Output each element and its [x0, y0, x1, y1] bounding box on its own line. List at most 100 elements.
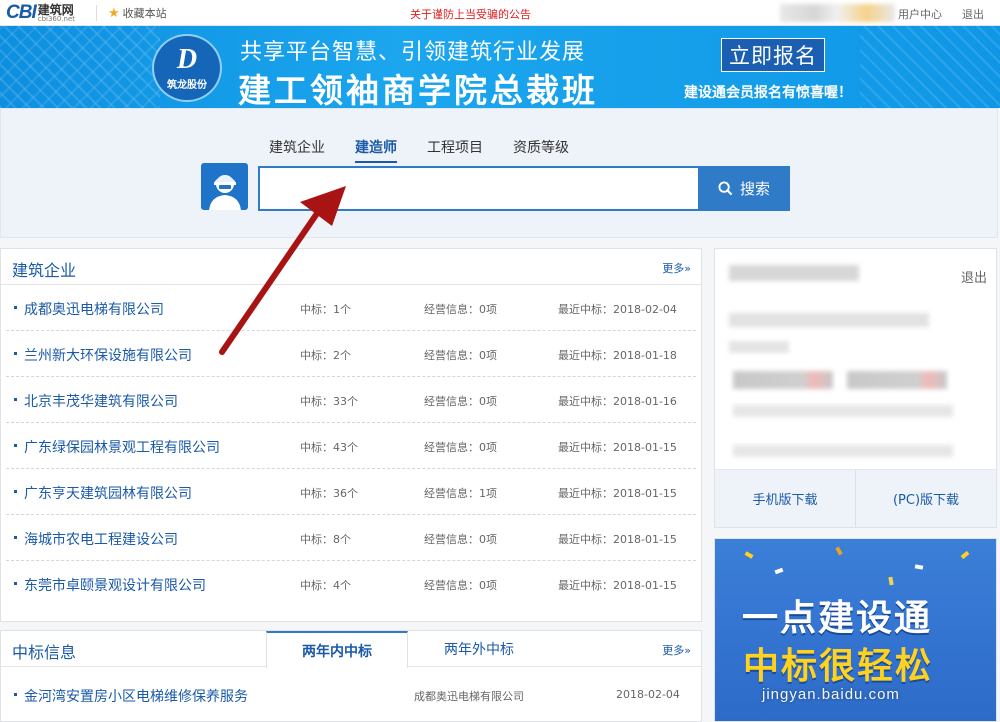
tab-beyond-two-years[interactable]: 两年外中标	[408, 631, 550, 667]
bullet	[14, 444, 17, 447]
banner-promo-text: 建设通会员报名有惊喜喔！	[684, 85, 852, 101]
bid-company[interactable]: 成都奥迅电梯有限公司	[414, 688, 524, 704]
confetti	[774, 567, 784, 575]
bid-project-link[interactable]: 金河湾安置房小区电梯维修保养服务	[24, 686, 248, 706]
ad-line-1: 一点建设通	[742, 598, 933, 639]
blurred-company	[729, 313, 929, 327]
user-avatar-icon	[201, 163, 248, 210]
bid-count: 中标：4个	[300, 579, 351, 592]
bid-panel-header: 中标信息 两年内中标 两年外中标 更多»	[1, 631, 701, 668]
search-button[interactable]: 搜索	[698, 166, 790, 211]
company-name-link[interactable]: 广东绿保园林景观工程有限公司	[24, 437, 220, 457]
banner-pattern	[0, 26, 160, 108]
company-row: 广东绿保园林景观工程有限公司 中标：43个 经营信息：0项 最近中标：2018-…	[6, 423, 696, 469]
bid-count: 中标：33个	[300, 395, 358, 408]
mobile-download-link[interactable]: 手机版下载	[715, 470, 855, 527]
bid-count: 中标：8个	[300, 533, 351, 546]
search-input[interactable]	[258, 166, 700, 211]
banner-title: 建工领袖商学院总裁班	[238, 71, 598, 108]
notice-link[interactable]: 关于谨防上当受骗的公告	[410, 6, 531, 22]
company-name-link[interactable]: 北京丰茂华建筑有限公司	[24, 391, 178, 411]
confetti	[744, 551, 754, 559]
company-name-link[interactable]: 东莞市卓颐景观设计有限公司	[24, 575, 206, 595]
recent-bid-date: 最近中标：2018-01-15	[558, 441, 677, 454]
pc-download-link[interactable]: (PC)版下载	[855, 470, 996, 527]
blurred-username	[729, 265, 859, 281]
bullet	[14, 582, 17, 585]
company-panel-title: 建筑企业	[12, 261, 77, 280]
star-icon: ★	[108, 5, 120, 21]
business-info: 经营信息：0项	[424, 533, 497, 546]
recent-bid-date: 最近中标：2018-01-16	[558, 395, 677, 408]
search-panel: 建筑企业 建造师 工程项目 资质等级 搜索	[0, 108, 998, 238]
user-center-link[interactable]: 用户中心	[898, 6, 942, 22]
bullet	[14, 352, 17, 355]
tab-company[interactable]: 建筑企业	[269, 137, 325, 163]
bid-row: 金河湾安置房小区电梯维修保养服务 成都奥迅电梯有限公司 2018-02-04	[6, 677, 696, 711]
business-info: 经营信息：0项	[424, 395, 497, 408]
blurred-phone	[733, 371, 833, 389]
tab-constructor[interactable]: 建造师	[355, 137, 397, 163]
bullet	[14, 490, 17, 493]
zhulong-logo-icon: D	[176, 43, 198, 75]
company-panel: 建筑企业 更多» 成都奥迅电梯有限公司 中标：1个 经营信息：0项 最近中标：2…	[0, 248, 702, 622]
logo-name: 建筑网	[37, 2, 74, 17]
recent-bid-date: 最近中标：2018-01-15	[558, 579, 677, 592]
company-row: 兰州新大环保设施有限公司 中标：2个 经营信息：0项 最近中标：2018-01-…	[6, 331, 696, 377]
bullet	[14, 693, 17, 696]
banner-logo: D 筑龙股份	[152, 34, 222, 102]
search-icon	[718, 181, 733, 196]
bid-count: 中标：1个	[300, 303, 351, 316]
bullet	[14, 398, 17, 401]
business-info: 经营信息：1项	[424, 487, 497, 500]
site-logo[interactable]: CBI 建筑网 cbi360.net	[6, 2, 75, 24]
tab-within-two-years[interactable]: 两年内中标	[266, 631, 408, 668]
blurred-phone-2	[847, 371, 947, 389]
business-info: 经营信息：0项	[424, 579, 497, 592]
bid-panel-title: 中标信息	[12, 643, 77, 662]
company-row: 成都奥迅电梯有限公司 中标：1个 经营信息：0项 最近中标：2018-02-04	[6, 285, 696, 331]
promo-banner[interactable]: D 筑龙股份 共享平台智慧、引领建筑行业发展 建工领袖商学院总裁班 立即报名 建…	[0, 26, 1000, 108]
company-row: 东莞市卓颐景观设计有限公司 中标：4个 经营信息：0项 最近中标：2018-01…	[6, 561, 696, 607]
download-links: 手机版下载 (PC)版下载	[715, 469, 996, 527]
user-logout-link[interactable]: 退出	[961, 267, 987, 286]
ad-line-2: 中标很轻松	[743, 646, 934, 687]
company-row: 北京丰茂华建筑有限公司 中标：33个 经营信息：0项 最近中标：2018-01-…	[6, 377, 696, 423]
business-info: 经营信息：0项	[424, 441, 497, 454]
company-more-link[interactable]: 更多»	[662, 260, 691, 276]
company-name-link[interactable]: 成都奥迅电梯有限公司	[24, 299, 164, 319]
banner-subtitle: 共享平台智慧、引领建筑行业发展	[240, 40, 586, 65]
recent-bid-date: 最近中标：2018-01-15	[558, 533, 677, 546]
bid-count: 中标：43个	[300, 441, 358, 454]
search-tabs: 建筑企业 建造师 工程项目 资质等级	[269, 137, 569, 163]
banner-pattern-right	[860, 26, 1000, 108]
logo-prefix: CBI	[6, 2, 37, 23]
blurred-user-info	[780, 4, 895, 22]
bid-count: 中标：36个	[300, 487, 358, 500]
company-list: 成都奥迅电梯有限公司 中标：1个 经营信息：0项 最近中标：2018-02-04…	[1, 285, 701, 607]
blurred-label	[729, 341, 789, 353]
recent-bid-date: 最近中标：2018-01-15	[558, 487, 677, 500]
blurred-line-2	[733, 445, 953, 457]
company-row: 海城市农电工程建设公司 中标：8个 经营信息：0项 最近中标：2018-01-1…	[6, 515, 696, 561]
register-button[interactable]: 立即报名	[721, 38, 825, 72]
tab-project[interactable]: 工程项目	[427, 137, 483, 163]
tab-qualification[interactable]: 资质等级	[513, 137, 569, 163]
favorite-label: 收藏本站	[122, 7, 167, 20]
bid-more-link[interactable]: 更多»	[662, 642, 691, 658]
confetti	[835, 546, 843, 556]
favorite-link[interactable]: ★ 收藏本站	[108, 5, 167, 21]
bid-date: 2018-02-04	[616, 688, 680, 701]
company-name-link[interactable]: 广东亨天建筑园林有限公司	[24, 483, 192, 503]
top-bar: CBI 建筑网 cbi360.net ★ 收藏本站 关于谨防上当受骗的公告 用户…	[0, 0, 1000, 26]
bullet	[14, 306, 17, 309]
recent-bid-date: 最近中标：2018-02-04	[558, 303, 677, 316]
search-button-label: 搜索	[739, 181, 770, 198]
logout-link[interactable]: 退出	[962, 6, 984, 22]
confetti	[914, 564, 924, 570]
company-row: 广东亨天建筑园林有限公司 中标：36个 经营信息：1项 最近中标：2018-01…	[6, 469, 696, 515]
company-name-link[interactable]: 兰州新大环保设施有限公司	[24, 345, 192, 365]
bid-count: 中标：2个	[300, 349, 351, 362]
company-name-link[interactable]: 海城市农电工程建设公司	[24, 529, 178, 549]
confetti	[960, 550, 970, 560]
